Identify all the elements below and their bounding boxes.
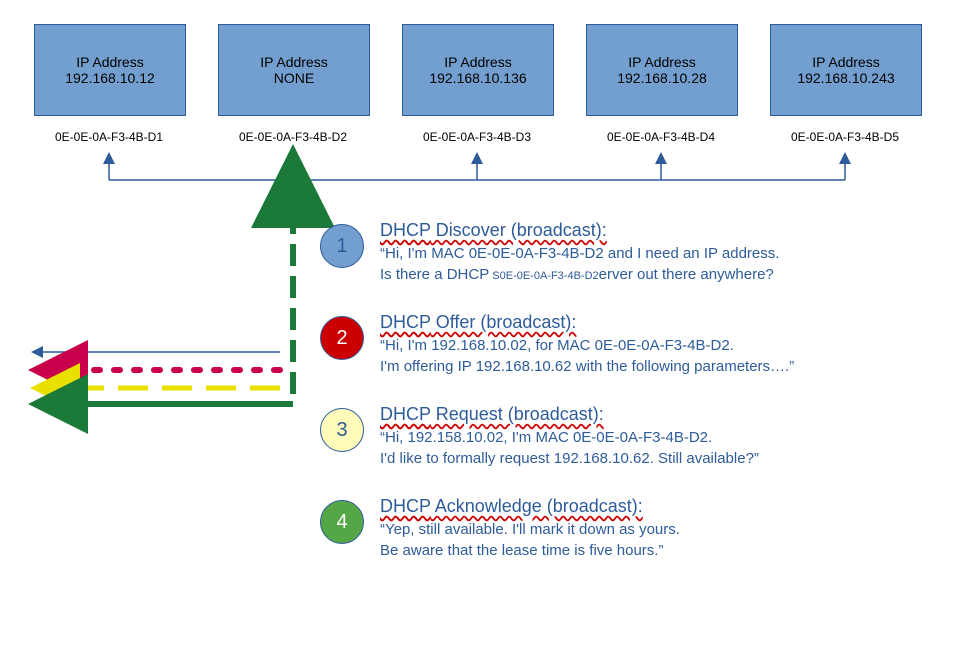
host-mac-1: 0E-0E-0A-F3-4B-D1 bbox=[34, 130, 184, 144]
step-3: 3 DHCP Request (broadcast): “Hi, 192.158… bbox=[320, 402, 759, 469]
host-mac-5: 0E-0E-0A-F3-4B-D5 bbox=[770, 130, 920, 144]
step-badge-2: 2 bbox=[320, 316, 364, 360]
step-text-1: DHCP Discover (broadcast): “Hi, I'm MAC … bbox=[380, 218, 779, 285]
host-ip: 192.168.10.243 bbox=[797, 70, 894, 86]
step-line: “Hi, 192.158.10.02, I'm MAC 0E-0E-0A-F3-… bbox=[380, 428, 759, 448]
host-ip-label: IP Address bbox=[628, 54, 695, 70]
host-box-5: IP Address 192.168.10.243 bbox=[770, 24, 922, 116]
host-ip-label: IP Address bbox=[260, 54, 327, 70]
step-text-4: DHCP Acknowledge (broadcast): “Yep, stil… bbox=[380, 494, 680, 561]
step-badge-3: 3 bbox=[320, 408, 364, 452]
host-mac-3: 0E-0E-0A-F3-4B-D3 bbox=[402, 130, 552, 144]
step-line: I'd like to formally request 192.168.10.… bbox=[380, 449, 759, 469]
host-ip-label: IP Address bbox=[812, 54, 879, 70]
step-1: 1 DHCP Discover (broadcast): “Hi, I'm MA… bbox=[320, 218, 779, 285]
host-ip-label: IP Address bbox=[444, 54, 511, 70]
step-line: “Yep, still available. I'll mark it down… bbox=[380, 520, 680, 540]
step-title: DHCP Discover (broadcast): bbox=[380, 218, 779, 242]
step-text-2: DHCP Offer (broadcast): “Hi, I'm 192.168… bbox=[380, 310, 794, 377]
step-line: Be aware that the lease time is five hou… bbox=[380, 541, 680, 561]
step-line: I'm offering IP 192.168.10.62 with the f… bbox=[380, 357, 794, 377]
host-ip: 192.168.10.136 bbox=[429, 70, 526, 86]
step-4: 4 DHCP Acknowledge (broadcast): “Yep, st… bbox=[320, 494, 680, 561]
host-box-1: IP Address 192.168.10.12 bbox=[34, 24, 186, 116]
host-ip: 192.168.10.12 bbox=[65, 70, 155, 86]
host-mac-4: 0E-0E-0A-F3-4B-D4 bbox=[586, 130, 736, 144]
step-text-3: DHCP Request (broadcast): “Hi, 192.158.1… bbox=[380, 402, 759, 469]
step-line: “Hi, I'm 192.168.10.02, for MAC 0E-0E-0A… bbox=[380, 336, 794, 356]
step-title: DHCP Offer (broadcast): bbox=[380, 310, 794, 334]
host-box-2: IP Address NONE bbox=[218, 24, 370, 116]
step-badge-4: 4 bbox=[320, 500, 364, 544]
host-ip-label: IP Address bbox=[76, 54, 143, 70]
step-badge-1: 1 bbox=[320, 224, 364, 268]
step-title: DHCP Request (broadcast): bbox=[380, 402, 759, 426]
host-mac-2: 0E-0E-0A-F3-4B-D2 bbox=[218, 130, 368, 144]
host-ip: 192.168.10.28 bbox=[617, 70, 707, 86]
step-title: DHCP Acknowledge (broadcast): bbox=[380, 494, 680, 518]
step-line: “Hi, I'm MAC 0E-0E-0A-F3-4B-D2 and I nee… bbox=[380, 244, 779, 264]
host-ip: NONE bbox=[274, 70, 314, 86]
step-line: Is there a DHCP S0E-0E-0A-F3-4B-D2erver … bbox=[380, 265, 779, 285]
host-box-3: IP Address 192.168.10.136 bbox=[402, 24, 554, 116]
step-2: 2 DHCP Offer (broadcast): “Hi, I'm 192.1… bbox=[320, 310, 794, 377]
dhcp-diagram: IP Address 192.168.10.12 0E-0E-0A-F3-4B-… bbox=[0, 0, 973, 657]
host-box-4: IP Address 192.168.10.28 bbox=[586, 24, 738, 116]
